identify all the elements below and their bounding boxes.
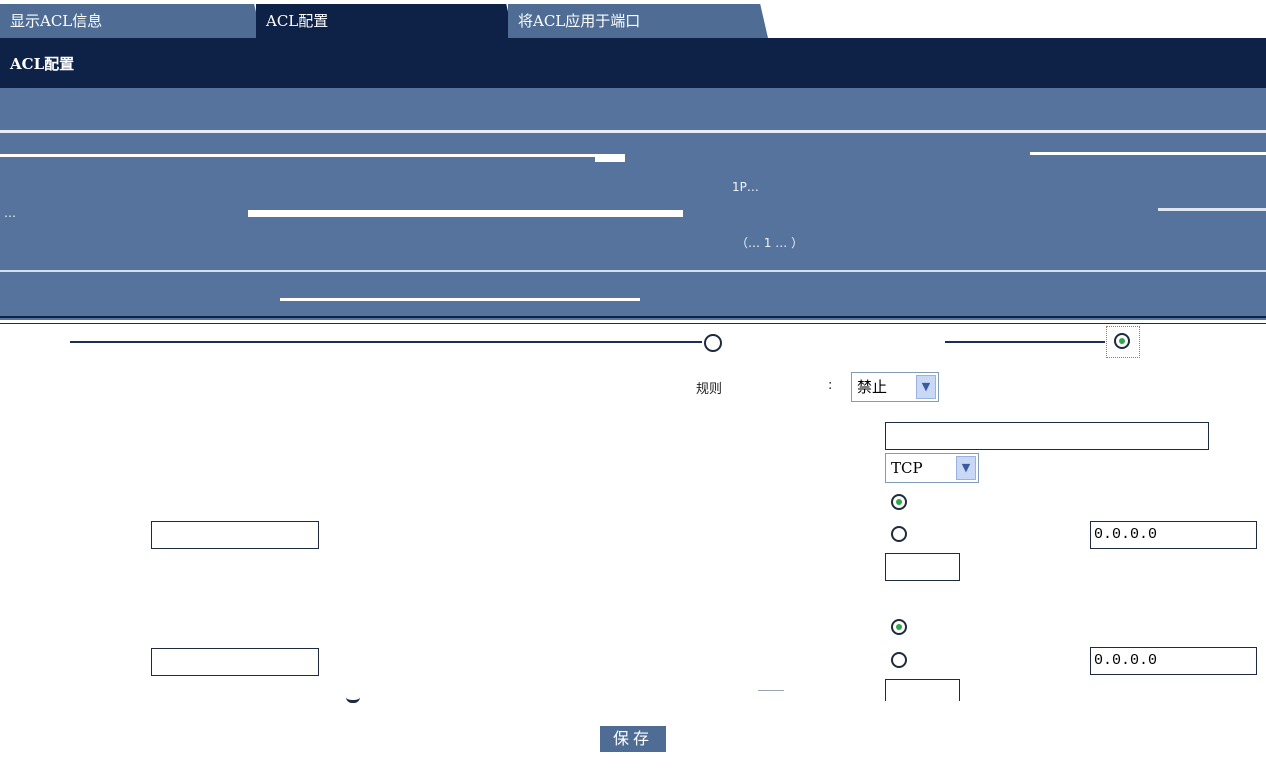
protocol-value: TCP [891,459,923,477]
save-button[interactable]: 保存 [600,726,666,752]
divider-line [0,323,1266,324]
decorative-rule [758,690,784,691]
tab-show-acl-info[interactable]: 显示ACL信息 [0,4,262,38]
tab-show-acl-info-label: 显示ACL信息 [10,12,103,30]
source-ip-any-radio[interactable] [891,494,907,510]
rule-action-select[interactable]: 禁止 ▼ [851,372,939,402]
source-ip-specific-radio[interactable] [891,526,907,542]
chevron-down-icon: ▼ [956,456,976,480]
dest-port-input[interactable] [885,679,960,701]
info-rule [248,210,683,217]
info-text: … [4,206,16,220]
tab-acl-config[interactable]: ACL配置 [256,4,514,38]
dest-ip-specific-radio[interactable] [891,652,907,668]
tab-apply-acl-port[interactable]: 将ACL应用于端口 [508,4,768,38]
info-rule [280,298,640,301]
rule-label: 规则 [696,382,723,397]
divider-line [945,341,1105,343]
decorative-arc [346,697,360,703]
section-title: ACL配置 [0,40,1266,88]
rule-colon: : [828,378,833,393]
info-rule [1030,152,1266,155]
chevron-down-icon: ▼ [916,375,936,399]
acl-number-input[interactable] [885,422,1209,450]
info-rule [0,270,1266,272]
info-rule [0,130,1266,133]
info-text: （… 1 … ） [736,236,804,250]
info-text: 1P… [732,180,759,194]
tab-apply-acl-port-label: 将ACL应用于端口 [518,12,641,30]
dest-ip-input[interactable]: 0.0.0.0 [1090,647,1257,675]
rule-action-value: 禁止 [857,378,888,396]
acl-type-radio-extended[interactable] [1114,333,1130,349]
info-rule [1158,208,1266,211]
info-panel: 1P… … （… 1 … ） [0,88,1266,320]
acl-type-radio-standard[interactable] [704,334,722,352]
tab-acl-config-label: ACL配置 [266,12,329,30]
source-wildcard-input[interactable] [151,521,319,549]
source-port-input[interactable] [885,553,960,581]
dest-wildcard-input[interactable] [151,648,319,676]
info-rule [0,154,600,157]
info-rule [595,154,625,162]
source-ip-input[interactable]: 0.0.0.0 [1090,521,1257,549]
dest-ip-any-radio[interactable] [891,619,907,635]
protocol-select[interactable]: TCP ▼ [885,453,979,483]
info-rule [0,316,1266,318]
divider-line [70,341,702,343]
